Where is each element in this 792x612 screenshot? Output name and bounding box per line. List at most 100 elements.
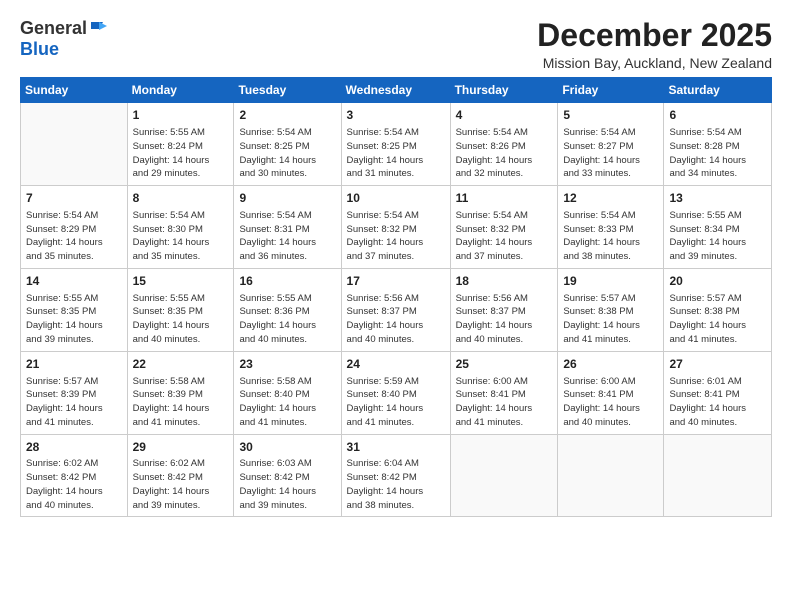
table-row: 4 Sunrise: 5:54 AM Sunset: 8:26 PM Daylig… (450, 103, 558, 186)
day-info: Sunrise: 6:02 AM Sunset: 8:42 PM Dayligh… (133, 457, 229, 512)
day-number: 31 (347, 439, 445, 456)
day-info: Sunrise: 5:57 AM Sunset: 8:38 PM Dayligh… (669, 292, 766, 347)
calendar-week-row: 28Sunrise: 6:02 AM Sunset: 8:42 PM Dayli… (21, 434, 772, 517)
col-saturday: Saturday (664, 78, 772, 103)
calendar-week-row: 1 Sunrise: 5:55 AM Sunset: 8:24 PM Daylig… (21, 103, 772, 186)
day-info: Sunrise: 6:04 AM Sunset: 8:42 PM Dayligh… (347, 457, 445, 512)
table-row: 5 Sunrise: 5:54 AM Sunset: 8:27 PM Daylig… (558, 103, 664, 186)
table-row: 18 Sunrise: 5:56 AM Sunset: 8:37 PM Dayli… (450, 268, 558, 351)
day-number: 29 (133, 439, 229, 456)
table-row: 1 Sunrise: 5:55 AM Sunset: 8:24 PM Daylig… (127, 103, 234, 186)
day-info: Sunrise: 5:57 AM Sunset: 8:38 PM Dayligh… (563, 292, 658, 347)
table-row: 8 Sunrise: 5:54 AM Sunset: 8:30 PM Daylig… (127, 186, 234, 269)
table-row: 6Sunrise: 5:54 AM Sunset: 8:28 PM Daylig… (664, 103, 772, 186)
day-number: 5 (563, 107, 658, 124)
day-number: 24 (347, 356, 445, 373)
table-row: 17 Sunrise: 5:56 AM Sunset: 8:37 PM Dayli… (341, 268, 450, 351)
day-info: Sunrise: 5:58 AM Sunset: 8:40 PM Dayligh… (239, 375, 335, 430)
col-monday: Monday (127, 78, 234, 103)
day-number: 9 (239, 190, 335, 207)
title-block: December 2025 Mission Bay, Auckland, New… (537, 18, 772, 71)
day-number: 26 (563, 356, 658, 373)
day-info: Sunrise: 6:02 AM Sunset: 8:42 PM Dayligh… (26, 457, 122, 512)
table-row: 3 Sunrise: 5:54 AM Sunset: 8:25 PM Daylig… (341, 103, 450, 186)
day-info: Sunrise: 5:54 AM Sunset: 8:32 PM Dayligh… (347, 209, 445, 264)
day-number: 17 (347, 273, 445, 290)
col-thursday: Thursday (450, 78, 558, 103)
table-row: 16 Sunrise: 5:55 AM Sunset: 8:36 PM Dayli… (234, 268, 341, 351)
table-row: 11 Sunrise: 5:54 AM Sunset: 8:32 PM Dayli… (450, 186, 558, 269)
day-info: Sunrise: 5:54 AM Sunset: 8:25 PM Dayligh… (239, 126, 335, 181)
table-row: 12 Sunrise: 5:54 AM Sunset: 8:33 PM Dayli… (558, 186, 664, 269)
day-number: 14 (26, 273, 122, 290)
table-row: 31Sunrise: 6:04 AM Sunset: 8:42 PM Dayli… (341, 434, 450, 517)
logo-general-text: General (20, 18, 87, 38)
col-wednesday: Wednesday (341, 78, 450, 103)
day-number: 16 (239, 273, 335, 290)
day-number: 4 (456, 107, 553, 124)
logo-blue-text: Blue (20, 39, 59, 59)
day-info: Sunrise: 5:54 AM Sunset: 8:33 PM Dayligh… (563, 209, 658, 264)
day-info: Sunrise: 5:59 AM Sunset: 8:40 PM Dayligh… (347, 375, 445, 430)
day-info: Sunrise: 5:55 AM Sunset: 8:24 PM Dayligh… (133, 126, 229, 181)
day-number: 11 (456, 190, 553, 207)
day-number: 21 (26, 356, 122, 373)
table-row: 14 Sunrise: 5:55 AM Sunset: 8:35 PM Dayli… (21, 268, 128, 351)
table-row: 26Sunrise: 6:00 AM Sunset: 8:41 PM Dayli… (558, 351, 664, 434)
table-row: 29Sunrise: 6:02 AM Sunset: 8:42 PM Dayli… (127, 434, 234, 517)
day-info: Sunrise: 5:54 AM Sunset: 8:26 PM Dayligh… (456, 126, 553, 181)
calendar-week-row: 7 Sunrise: 5:54 AM Sunset: 8:29 PM Daylig… (21, 186, 772, 269)
day-number: 23 (239, 356, 335, 373)
day-number: 7 (26, 190, 122, 207)
day-number: 6 (669, 107, 766, 124)
table-row: 24 Sunrise: 5:59 AM Sunset: 8:40 PM Dayli… (341, 351, 450, 434)
calendar-week-row: 14 Sunrise: 5:55 AM Sunset: 8:35 PM Dayli… (21, 268, 772, 351)
day-info: Sunrise: 5:54 AM Sunset: 8:31 PM Dayligh… (239, 209, 335, 264)
calendar-week-row: 21 Sunrise: 5:57 AM Sunset: 8:39 PM Dayli… (21, 351, 772, 434)
day-number: 15 (133, 273, 229, 290)
table-row: 19 Sunrise: 5:57 AM Sunset: 8:38 PM Dayli… (558, 268, 664, 351)
day-info: Sunrise: 5:54 AM Sunset: 8:29 PM Dayligh… (26, 209, 122, 264)
day-info: Sunrise: 6:00 AM Sunset: 8:41 PM Dayligh… (456, 375, 553, 430)
calendar-page: General Blue December 2025 Mission Bay, … (0, 0, 792, 612)
table-row: 30Sunrise: 6:03 AM Sunset: 8:42 PM Dayli… (234, 434, 341, 517)
day-info: Sunrise: 5:54 AM Sunset: 8:25 PM Dayligh… (347, 126, 445, 181)
day-info: Sunrise: 5:55 AM Sunset: 8:34 PM Dayligh… (669, 209, 766, 264)
day-info: Sunrise: 5:55 AM Sunset: 8:35 PM Dayligh… (133, 292, 229, 347)
table-row (21, 103, 128, 186)
day-info: Sunrise: 5:54 AM Sunset: 8:27 PM Dayligh… (563, 126, 658, 181)
day-number: 13 (669, 190, 766, 207)
day-info: Sunrise: 5:55 AM Sunset: 8:35 PM Dayligh… (26, 292, 122, 347)
day-number: 30 (239, 439, 335, 456)
table-row: 23 Sunrise: 5:58 AM Sunset: 8:40 PM Dayli… (234, 351, 341, 434)
day-number: 22 (133, 356, 229, 373)
day-info: Sunrise: 6:01 AM Sunset: 8:41 PM Dayligh… (669, 375, 766, 430)
day-number: 3 (347, 107, 445, 124)
day-info: Sunrise: 5:54 AM Sunset: 8:30 PM Dayligh… (133, 209, 229, 264)
month-title: December 2025 (537, 18, 772, 53)
day-info: Sunrise: 6:03 AM Sunset: 8:42 PM Dayligh… (239, 457, 335, 512)
day-number: 1 (133, 107, 229, 124)
day-info: Sunrise: 5:54 AM Sunset: 8:32 PM Dayligh… (456, 209, 553, 264)
table-row: 13 Sunrise: 5:55 AM Sunset: 8:34 PM Dayli… (664, 186, 772, 269)
day-number: 25 (456, 356, 553, 373)
table-row: 25 Sunrise: 6:00 AM Sunset: 8:41 PM Dayli… (450, 351, 558, 434)
day-number: 2 (239, 107, 335, 124)
day-number: 18 (456, 273, 553, 290)
day-info: Sunrise: 5:55 AM Sunset: 8:36 PM Dayligh… (239, 292, 335, 347)
table-row: 9 Sunrise: 5:54 AM Sunset: 8:31 PM Daylig… (234, 186, 341, 269)
day-number: 12 (563, 190, 658, 207)
day-info: Sunrise: 5:58 AM Sunset: 8:39 PM Dayligh… (133, 375, 229, 430)
day-number: 8 (133, 190, 229, 207)
table-row: 2 Sunrise: 5:54 AM Sunset: 8:25 PM Daylig… (234, 103, 341, 186)
day-number: 19 (563, 273, 658, 290)
day-number: 28 (26, 439, 122, 456)
calendar-table: Sunday Monday Tuesday Wednesday Thursday… (20, 77, 772, 517)
day-info: Sunrise: 5:56 AM Sunset: 8:37 PM Dayligh… (347, 292, 445, 347)
day-info: Sunrise: 5:56 AM Sunset: 8:37 PM Dayligh… (456, 292, 553, 347)
logo-flag-icon (89, 18, 109, 38)
day-info: Sunrise: 5:57 AM Sunset: 8:39 PM Dayligh… (26, 375, 122, 430)
table-row: 27Sunrise: 6:01 AM Sunset: 8:41 PM Dayli… (664, 351, 772, 434)
table-row: 21 Sunrise: 5:57 AM Sunset: 8:39 PM Dayli… (21, 351, 128, 434)
table-row: 20Sunrise: 5:57 AM Sunset: 8:38 PM Dayli… (664, 268, 772, 351)
